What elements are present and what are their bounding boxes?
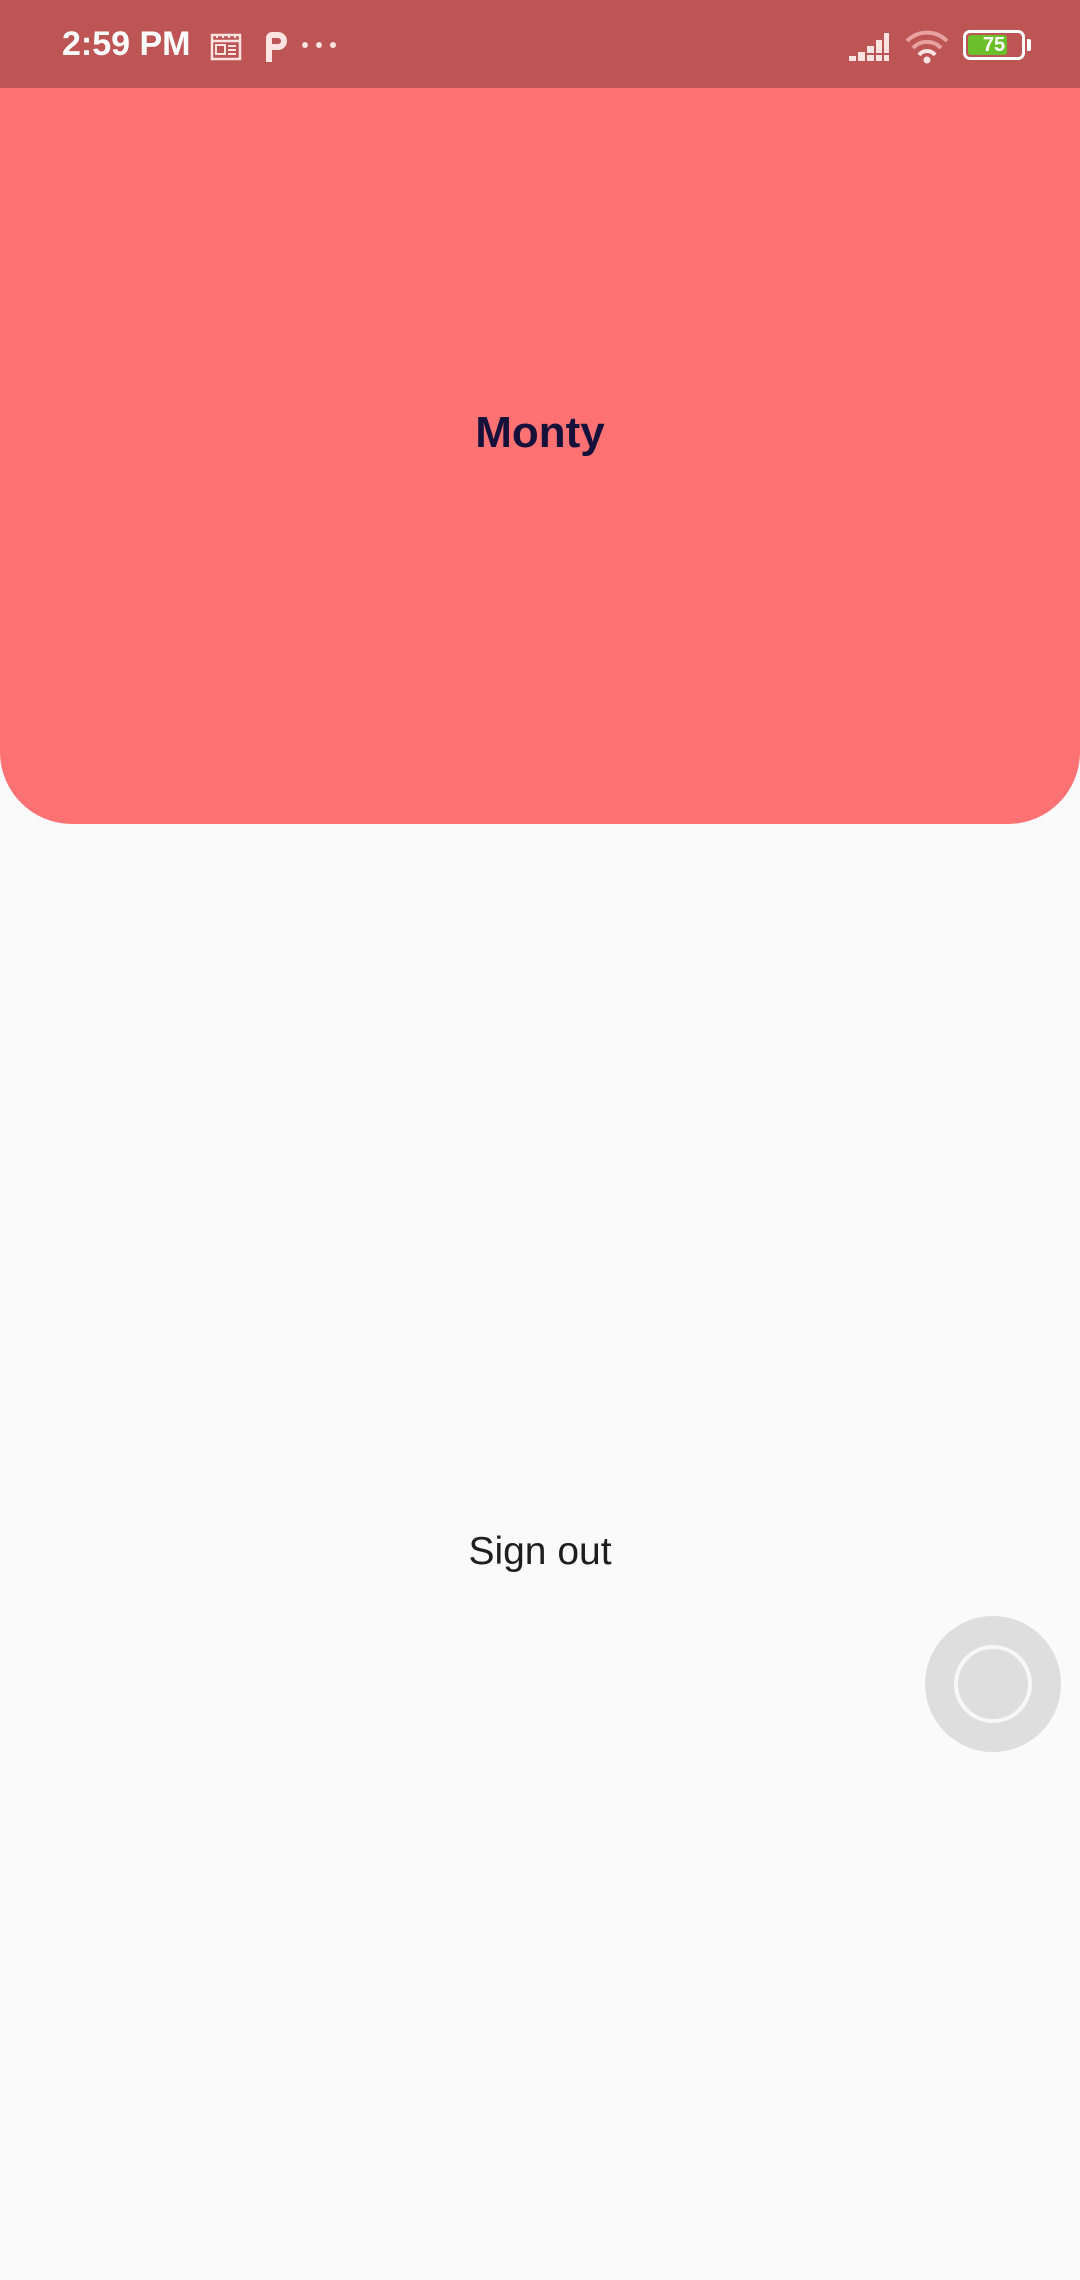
- signal-icon: [848, 30, 890, 69]
- battery-tip: [1027, 39, 1031, 51]
- status-time: 2:59 PM: [62, 25, 191, 63]
- profile-name: Monty: [475, 408, 605, 457]
- wifi-icon: [905, 30, 949, 69]
- battery-icon: 75: [963, 30, 1025, 60]
- sign-out-button[interactable]: Sign out: [390, 1516, 690, 1586]
- profile-header: Monty: [0, 88, 1080, 824]
- p-app-icon: [262, 30, 290, 69]
- more-dots-icon: [302, 42, 336, 48]
- calendar-icon: [210, 32, 242, 67]
- battery-level: 75: [982, 34, 1006, 56]
- assistive-touch-icon: [954, 1645, 1032, 1723]
- assistive-touch-button[interactable]: [925, 1616, 1061, 1752]
- status-bar: 2:59 PM 75: [0, 0, 1080, 88]
